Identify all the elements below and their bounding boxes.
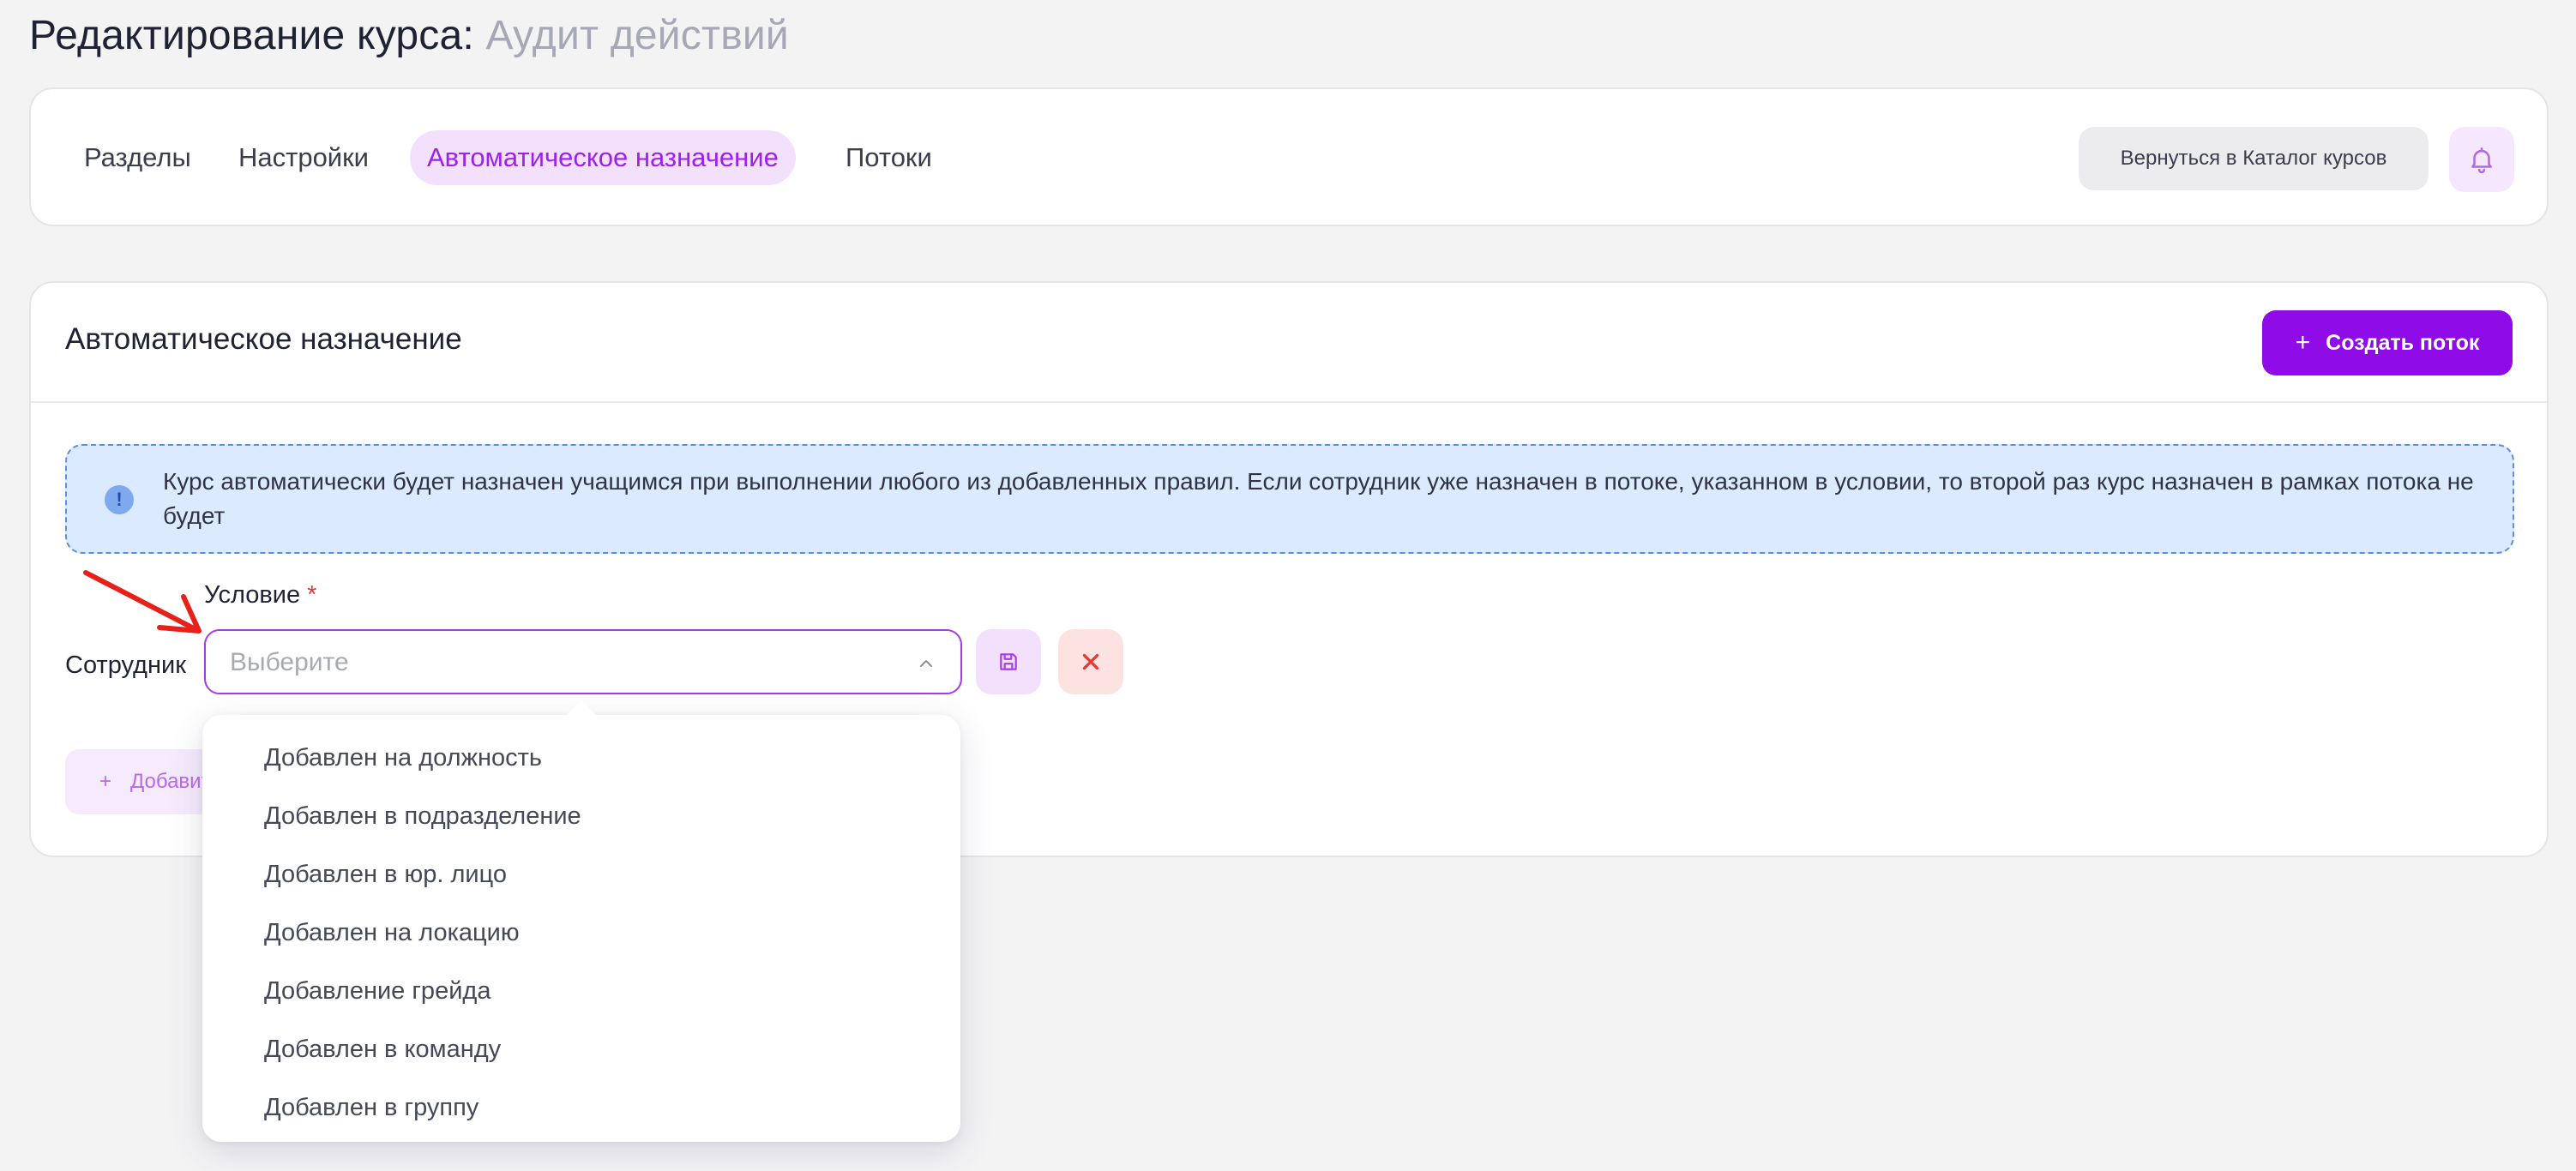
dropdown-option[interactable]: Добавлен в группу <box>202 1078 960 1137</box>
condition-label-text: Условие <box>204 581 301 609</box>
condition-select[interactable]: Выберите <box>204 629 962 694</box>
create-stream-button[interactable]: + Создать поток <box>2262 310 2513 375</box>
dropdown-option[interactable]: Добавлен в подразделение <box>202 787 960 845</box>
create-stream-label: Создать поток <box>2326 330 2480 355</box>
delete-rule-button[interactable] <box>1058 629 1123 694</box>
close-icon <box>1082 653 1099 670</box>
card-header: Автоматическое назначение + Создать пото… <box>31 283 2547 403</box>
chevron-up-icon <box>920 660 932 667</box>
bell-icon <box>2471 147 2492 174</box>
condition-label: Условие * <box>204 581 316 610</box>
tabs-card: Разделы Настройки Автоматическое назначе… <box>29 87 2549 226</box>
tab-streams[interactable]: Потоки <box>828 130 949 185</box>
back-to-catalog-button[interactable]: Вернуться в Каталог курсов <box>2079 127 2429 190</box>
dropdown-option[interactable]: Добавлен на должность <box>202 729 960 787</box>
course-name: Аудит действий <box>485 13 789 58</box>
tab-auto-assignment[interactable]: Автоматическое назначение <box>410 130 796 185</box>
select-placeholder: Выберите <box>230 648 349 676</box>
info-banner: ! Курс автоматически будет назначен учащ… <box>65 444 2514 554</box>
dropdown-option[interactable]: Добавлен на локацию <box>202 904 960 962</box>
info-icon: ! <box>105 485 134 514</box>
dropdown-option[interactable]: Добавлен в юр. лицо <box>202 845 960 904</box>
save-icon <box>1000 653 1017 670</box>
info-text: Курс автоматически будет назначен учащим… <box>163 468 2474 529</box>
tab-settings[interactable]: Настройки <box>221 130 386 185</box>
subject-label: Сотрудник <box>65 652 186 679</box>
required-mark: * <box>307 581 317 609</box>
tab-sections[interactable]: Разделы <box>67 130 208 185</box>
plus-icon: + <box>99 770 112 793</box>
page-title: Редактирование курса: Аудит действий <box>29 12 789 59</box>
section-title: Автоматическое назначение <box>65 322 462 356</box>
dropdown-option[interactable]: Добавление грейда <box>202 962 960 1020</box>
save-rule-button[interactable] <box>976 629 1041 694</box>
annotation-arrow-icon <box>83 570 202 634</box>
page-title-prefix: Редактирование курса: <box>29 13 474 58</box>
plus-icon: + <box>2295 328 2311 357</box>
dropdown-option[interactable]: Добавлен в команду <box>202 1020 960 1078</box>
notifications-button[interactable] <box>2449 127 2514 192</box>
condition-dropdown: Добавлен на должность Добавлен в подразд… <box>202 715 960 1142</box>
